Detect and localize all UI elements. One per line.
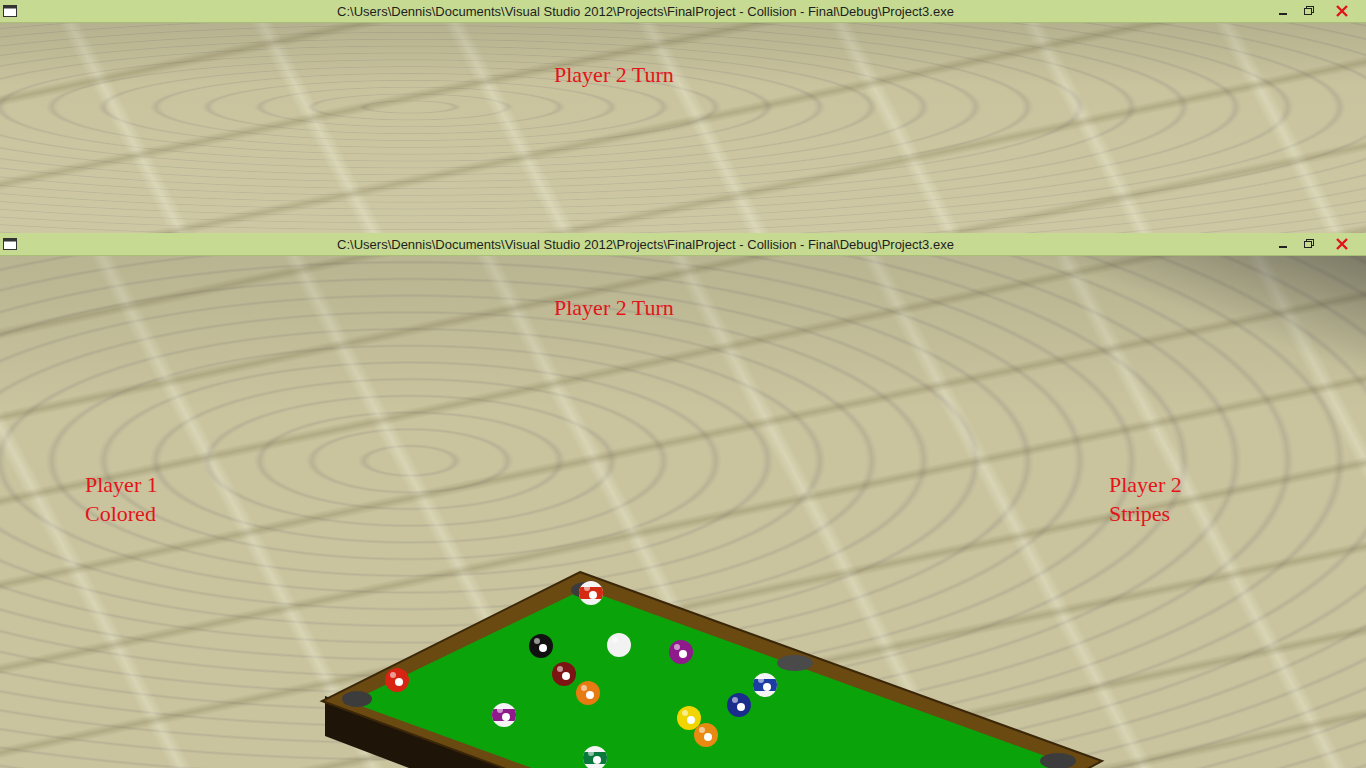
restore-icon[interactable] bbox=[1296, 2, 1322, 20]
ball[interactable] bbox=[576, 681, 600, 705]
ball[interactable] bbox=[529, 634, 553, 658]
turn-indicator: Player 2 Turn bbox=[554, 61, 674, 89]
turn-indicator: Player 2 Turn bbox=[554, 294, 674, 322]
table-felt bbox=[350, 589, 1070, 768]
ball[interactable] bbox=[677, 706, 701, 730]
player-group: Colored bbox=[85, 499, 158, 528]
ball[interactable] bbox=[552, 662, 576, 686]
title-bar[interactable]: C:\Users\Dennis\Documents\Visual Studio … bbox=[0, 233, 1366, 256]
ball[interactable] bbox=[385, 668, 409, 692]
close-icon[interactable] bbox=[1322, 235, 1362, 253]
minimize-icon[interactable] bbox=[1270, 235, 1296, 253]
game-viewport[interactable]: Player 2 Turn Player 1Colored Player 2Stri… bbox=[0, 256, 1366, 768]
table-rail bbox=[322, 572, 1102, 768]
desktop: C:\Users\Dennis\Documents\Visual Studio … bbox=[0, 0, 1366, 768]
player-name: Player 2 bbox=[1109, 470, 1182, 499]
app-window-icon bbox=[3, 5, 17, 17]
ball[interactable] bbox=[492, 703, 516, 727]
game-viewport[interactable]: Player 2 Turn bbox=[0, 23, 1366, 233]
close-icon[interactable] bbox=[1322, 2, 1362, 20]
ball[interactable] bbox=[694, 723, 718, 747]
minimize-icon[interactable] bbox=[1270, 2, 1296, 20]
window-title: C:\Users\Dennis\Documents\Visual Studio … bbox=[21, 4, 1270, 19]
player-label: Player 1Colored bbox=[85, 470, 158, 528]
ball[interactable] bbox=[607, 633, 631, 657]
ball[interactable] bbox=[579, 581, 603, 605]
restore-icon[interactable] bbox=[1296, 235, 1322, 253]
ball[interactable] bbox=[727, 693, 751, 717]
app-window-icon bbox=[3, 238, 17, 250]
player-group: Stripes bbox=[1109, 499, 1182, 528]
window-controls bbox=[1270, 2, 1366, 20]
title-bar[interactable]: C:\Users\Dennis\Documents\Visual Studio … bbox=[0, 0, 1366, 23]
window-controls bbox=[1270, 235, 1366, 253]
pocket-icon bbox=[342, 691, 372, 707]
pocket-icon bbox=[1040, 753, 1076, 768]
ball[interactable] bbox=[753, 673, 777, 697]
floor bbox=[0, 23, 1366, 233]
game-window[interactable]: C:\Users\Dennis\Documents\Visual Studio … bbox=[0, 233, 1366, 768]
ball[interactable] bbox=[583, 746, 607, 768]
player-name: Player 1 bbox=[85, 470, 158, 499]
window-title: C:\Users\Dennis\Documents\Visual Studio … bbox=[21, 237, 1270, 252]
pocket-icon bbox=[777, 655, 813, 671]
game-window[interactable]: C:\Users\Dennis\Documents\Visual Studio … bbox=[0, 0, 1366, 233]
ball[interactable] bbox=[669, 640, 693, 664]
player-label: Player 2Stripes bbox=[1109, 470, 1182, 528]
